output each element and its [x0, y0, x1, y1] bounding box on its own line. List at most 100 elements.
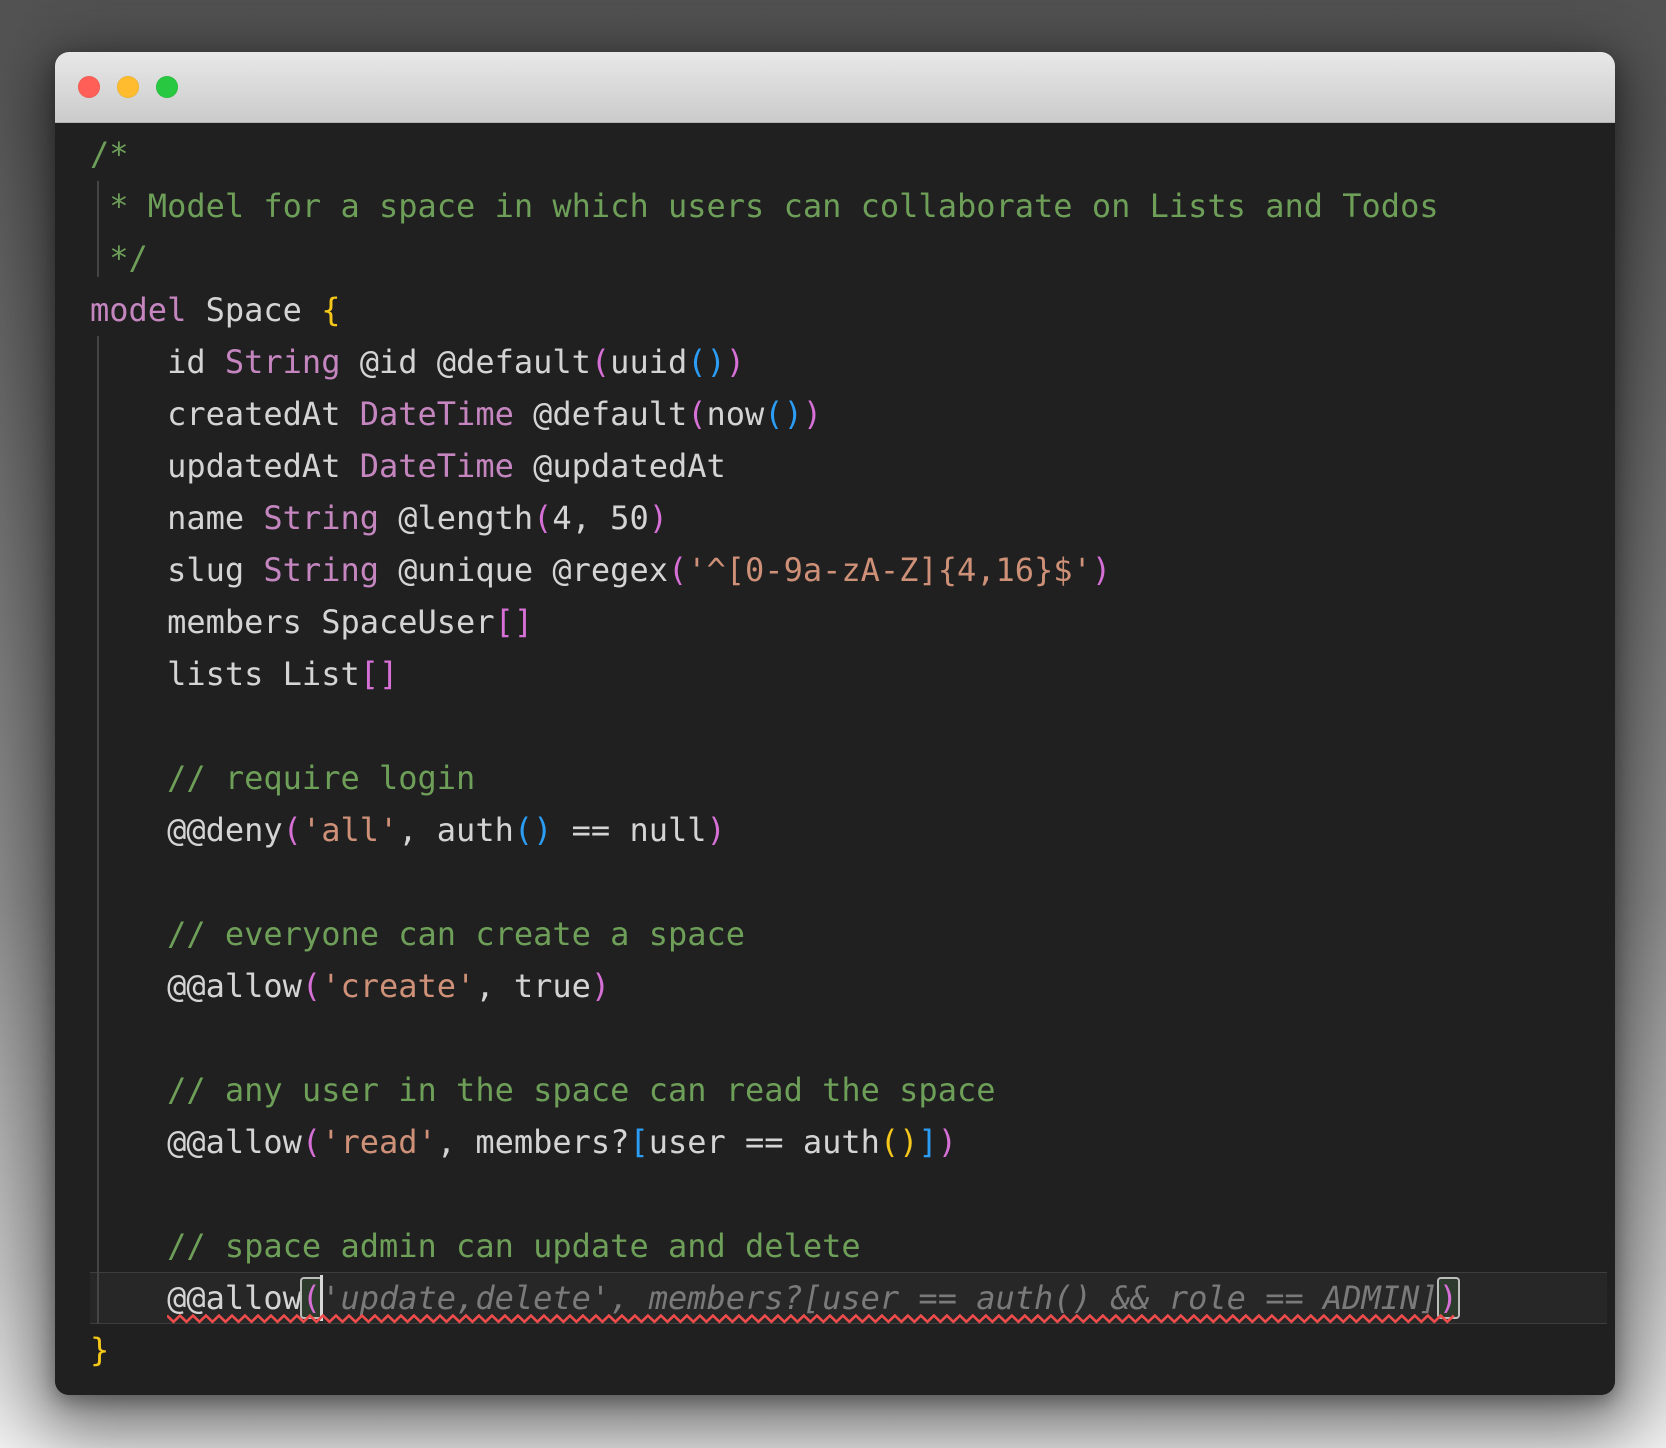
minimize-button[interactable] — [117, 76, 139, 98]
code-token: [ — [629, 1123, 649, 1161]
code-token: ) — [725, 343, 746, 381]
code-token: @@allow — [90, 967, 302, 1005]
code-token: @id @default — [340, 343, 591, 381]
code-line[interactable]: createdAt DateTime @default(now()) — [90, 388, 1607, 440]
code-token: String — [263, 499, 379, 537]
code-token: // any user in the space can read the sp… — [90, 1071, 996, 1109]
bracket-match: ) — [1438, 1279, 1458, 1317]
code-token: ) — [590, 967, 611, 1005]
code-token: ) — [937, 1123, 957, 1161]
code-line[interactable]: @@allow('read', members?[user == auth()]… — [90, 1116, 1607, 1168]
code-token: Space — [186, 291, 322, 329]
code-token: 4, 50 — [552, 499, 649, 537]
code-token: ) — [802, 395, 823, 433]
code-token: // everyone can create a space — [90, 915, 746, 953]
code-line[interactable]: members SpaceUser[] — [90, 596, 1607, 648]
code-token: () — [687, 343, 726, 381]
code-token: @@allow — [90, 1123, 302, 1161]
code-token: { — [321, 291, 341, 329]
code-token: user == auth — [648, 1123, 880, 1161]
code-line[interactable]: /* — [90, 128, 1607, 180]
code-token: DateTime — [359, 447, 514, 485]
code-token: 'read' — [321, 1123, 437, 1161]
code-token: ( — [590, 343, 611, 381]
code-line[interactable]: lists List[] — [90, 648, 1607, 700]
inline-suggestion-text: 'update,delete', members?[user == auth()… — [321, 1279, 1439, 1317]
code-token: members SpaceUser — [90, 603, 495, 641]
code-token: 'all' — [301, 811, 399, 849]
code-line[interactable]: */ — [90, 232, 1607, 284]
code-line[interactable]: } — [90, 1324, 1607, 1376]
code-editor[interactable]: /* * Model for a space in which users ca… — [55, 123, 1615, 1395]
code-token: ( — [687, 395, 707, 433]
code-line[interactable]: * Model for a space in which users can c… — [90, 180, 1607, 232]
code-token: // space admin can update and delete — [90, 1227, 861, 1265]
code-token: @default — [513, 395, 688, 433]
code-line[interactable]: model Space { — [90, 284, 1607, 336]
code-token: ) — [648, 499, 668, 537]
zoom-button[interactable] — [156, 76, 178, 98]
code-line[interactable]: updatedAt DateTime @updatedAt — [90, 440, 1607, 492]
code-token: , auth — [398, 811, 514, 849]
code-line-active[interactable]: @@allow('update,delete', members?[user =… — [90, 1272, 1607, 1324]
code-token: [] — [359, 655, 399, 693]
code-token: @length — [378, 499, 534, 537]
code-content: /* * Model for a space in which users ca… — [90, 128, 1607, 1376]
code-token: 'create' — [321, 967, 476, 1005]
bracket-match: ( — [301, 1279, 322, 1317]
code-token: , members? — [436, 1123, 630, 1161]
code-token: () — [513, 811, 553, 849]
code-token: createdAt — [90, 395, 360, 433]
window-titlebar[interactable] — [55, 52, 1615, 123]
code-token: () — [764, 395, 803, 433]
code-line[interactable] — [90, 700, 1607, 752]
code-line[interactable]: // any user in the space can read the sp… — [90, 1064, 1607, 1116]
code-line[interactable]: slug String @unique @regex('^[0-9a-zA-Z]… — [90, 544, 1607, 596]
code-token: ] — [918, 1123, 938, 1161]
code-token: updatedAt — [90, 447, 360, 485]
code-token: model — [90, 291, 187, 329]
code-line[interactable] — [90, 856, 1607, 908]
code-line[interactable]: // everyone can create a space — [90, 908, 1607, 960]
code-token: } — [90, 1331, 110, 1369]
code-line[interactable]: name String @length(4, 50) — [90, 492, 1607, 544]
code-token: now — [706, 395, 765, 433]
code-token: @@deny — [90, 811, 283, 849]
code-token: [] — [494, 603, 534, 641]
code-token: ( — [282, 811, 302, 849]
code-token: uuid — [610, 343, 688, 381]
code-token: /* — [90, 135, 129, 173]
code-token: String — [224, 343, 341, 381]
code-token: // require login — [90, 759, 476, 797]
code-token: ( — [301, 967, 322, 1005]
app-window: /* * Model for a space in which users ca… — [55, 52, 1615, 1395]
code-line[interactable]: id String @id @default(uuid()) — [90, 336, 1607, 388]
code-token: DateTime — [359, 395, 514, 433]
code-token: ) — [706, 811, 726, 849]
code-token: lists List — [90, 655, 360, 693]
code-token: String — [263, 551, 379, 589]
code-token: slug — [90, 551, 264, 589]
code-line[interactable]: @@allow('create', true) — [90, 960, 1607, 1012]
code-token: ) — [1091, 551, 1112, 589]
code-token: '^[0-9a-zA-Z]{4,16}$' — [687, 551, 1092, 589]
code-token: ( — [667, 551, 688, 589]
code-line[interactable] — [90, 1168, 1607, 1220]
code-token: () — [879, 1123, 919, 1161]
code-token: id — [90, 343, 225, 381]
code-line[interactable]: @@deny('all', auth() == null) — [90, 804, 1607, 856]
code-token: ( — [301, 1123, 322, 1161]
code-token: , true — [475, 967, 591, 1005]
code-line[interactable]: // require login — [90, 752, 1607, 804]
text-cursor — [319, 1275, 323, 1321]
code-token: * Model for a space in which users can c… — [90, 187, 1439, 225]
code-token: */ — [90, 239, 148, 277]
code-line[interactable]: // space admin can update and delete — [90, 1220, 1607, 1272]
desktop-background: { "theme": { "c-bg": "#202021", "c-plain… — [0, 0, 1666, 1448]
code-token: @updatedAt — [513, 447, 726, 485]
code-token: @unique @regex — [378, 551, 668, 589]
code-token: @@allow — [90, 1279, 302, 1317]
code-token: ( — [533, 499, 553, 537]
code-line[interactable] — [90, 1012, 1607, 1064]
close-button[interactable] — [78, 76, 100, 98]
